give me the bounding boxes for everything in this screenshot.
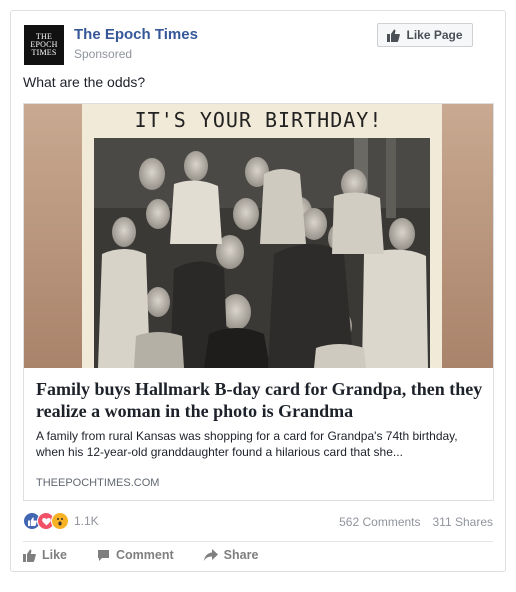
link-preview[interactable]: IT'S YOUR BIRTHDAY! Family buys Hallmark…: [23, 103, 494, 501]
link-headline[interactable]: Family buys Hallmark B-day card for Gran…: [36, 378, 486, 422]
comment-action-button[interactable]: Comment: [97, 548, 174, 562]
action-bar: Like Comment Share: [23, 548, 258, 562]
share-action-label: Share: [223, 548, 259, 562]
comments-count[interactable]: 562 Comments: [339, 515, 420, 529]
vintage-group-photo-image: [24, 104, 493, 368]
link-domain[interactable]: THEEPOCHTIMES.COM: [36, 477, 159, 489]
like-action-button[interactable]: Like: [23, 548, 67, 562]
engagement-stats: 562 Comments 311 Shares: [339, 515, 493, 529]
post-text: What are the odds?: [23, 74, 146, 90]
sponsored-label[interactable]: Sponsored: [74, 47, 132, 61]
page-logo[interactable]: THE EPOCH TIMES: [24, 25, 64, 65]
actions-divider: [23, 541, 493, 542]
like-action-label: Like: [42, 548, 68, 562]
like-page-label: Like Page: [406, 28, 463, 42]
share-action-button[interactable]: Share: [203, 548, 259, 562]
image-caption: IT'S YOUR BIRTHDAY!: [134, 108, 383, 132]
wow-reaction-icon: [51, 512, 69, 530]
shares-count[interactable]: 311 Shares: [433, 515, 494, 529]
comment-action-label: Comment: [116, 548, 174, 562]
sponsored-post-card: THE EPOCH TIMES The Epoch Times Sponsore…: [10, 10, 506, 572]
logo-line-3: TIMES: [31, 48, 57, 57]
thumbs-up-icon: [23, 549, 36, 562]
share-arrow-icon: [203, 548, 218, 561]
comment-icon: [98, 549, 110, 561]
thumbs-up-icon: [387, 29, 401, 42]
page-name-link[interactable]: The Epoch Times: [74, 26, 198, 43]
link-description[interactable]: A family from rural Kansas was shopping …: [36, 428, 486, 460]
reactions-summary[interactable]: 1.1K: [23, 511, 99, 531]
like-page-button[interactable]: Like Page: [377, 23, 473, 47]
link-image[interactable]: IT'S YOUR BIRTHDAY!: [24, 104, 493, 368]
reaction-count[interactable]: 1.1K: [74, 514, 99, 528]
